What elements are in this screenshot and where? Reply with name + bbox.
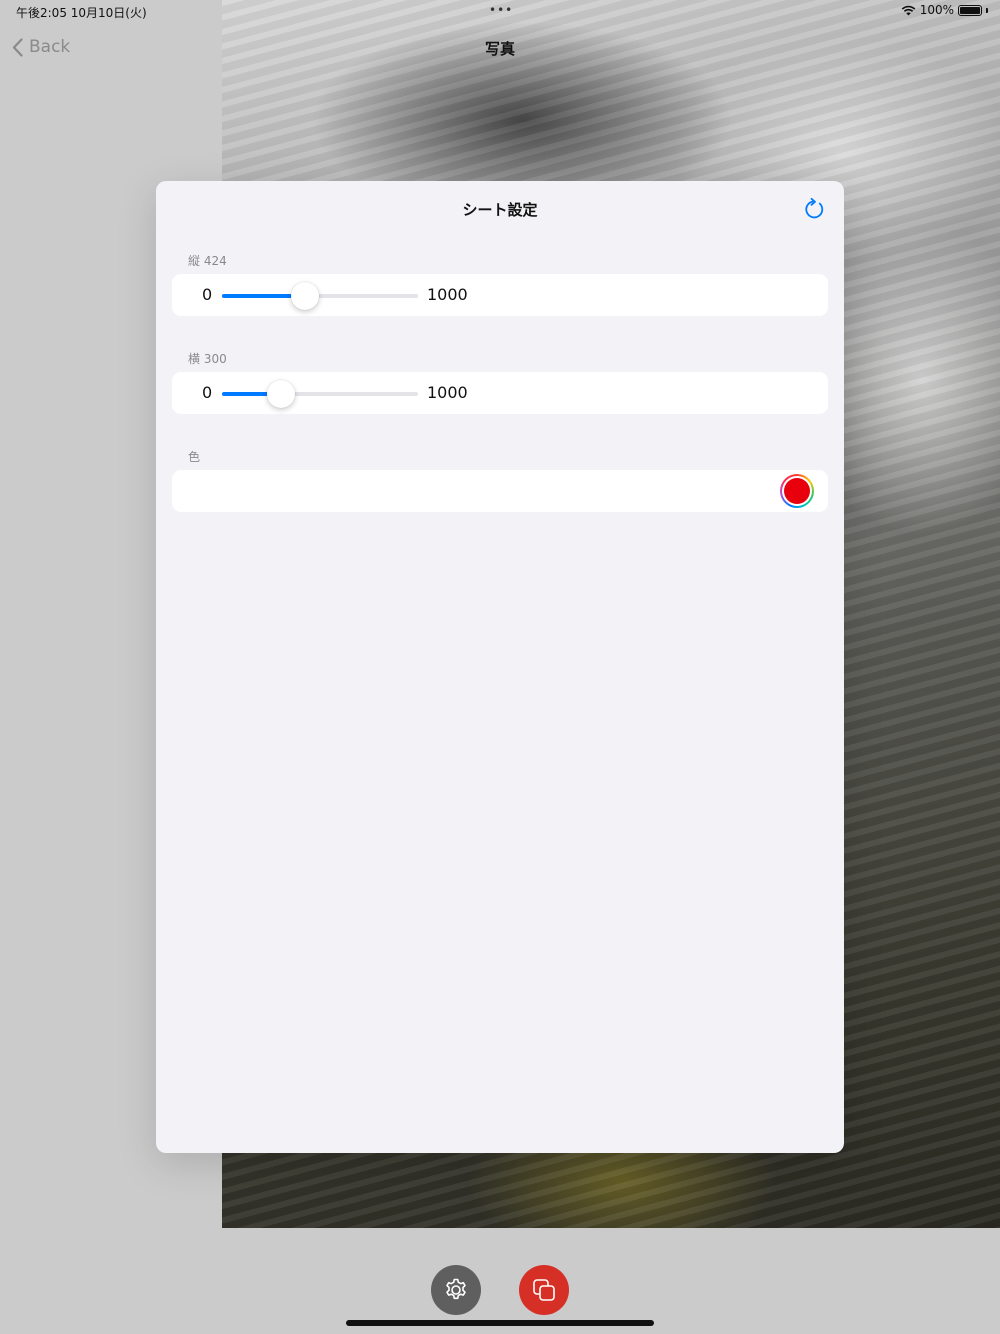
status-time: 午後2:05 10月10日(火)	[16, 6, 147, 20]
battery-icon	[958, 4, 982, 16]
copy-button[interactable]	[519, 1265, 569, 1315]
width-slider-card: 0 1000	[172, 372, 828, 414]
battery-tip	[986, 7, 988, 13]
color-well-ring	[782, 476, 812, 506]
gear-icon	[446, 1278, 466, 1300]
settings-sheet: シート設定 縦 424 0 1000 横 300 0 1000 色	[156, 181, 844, 1153]
color-picker-button[interactable]	[780, 474, 814, 508]
height-slider-thumb[interactable]	[291, 282, 320, 310]
height-min-label: 0	[202, 285, 213, 304]
wifi-icon	[901, 5, 916, 15]
height-label: 縦 424	[188, 254, 227, 268]
width-slider-thumb[interactable]	[266, 380, 295, 408]
reset-button[interactable]	[802, 197, 826, 221]
battery-percent: 100%	[919, 3, 954, 17]
bottom-toolbar	[0, 1228, 1000, 1334]
color-card	[172, 470, 828, 512]
width-label: 横 300	[188, 352, 227, 366]
page-title: 写真	[484, 40, 515, 58]
copy-icon	[533, 1279, 555, 1301]
height-max-label: 1000	[427, 285, 468, 304]
home-indicator[interactable]	[346, 1320, 654, 1326]
refresh-icon	[805, 197, 824, 219]
sheet-title: シート設定	[462, 201, 538, 219]
multitasking-dots[interactable]: •••	[489, 3, 513, 17]
width-min-label: 0	[202, 383, 213, 402]
color-swatch	[784, 478, 810, 504]
width-slider[interactable]	[222, 380, 418, 408]
height-slider[interactable]	[222, 282, 418, 310]
settings-button[interactable]	[431, 1265, 481, 1315]
color-label: 色	[188, 450, 201, 464]
status-indicators: 100%	[901, 3, 988, 17]
height-slider-card: 0 1000	[172, 274, 828, 316]
width-max-label: 1000	[427, 383, 468, 402]
